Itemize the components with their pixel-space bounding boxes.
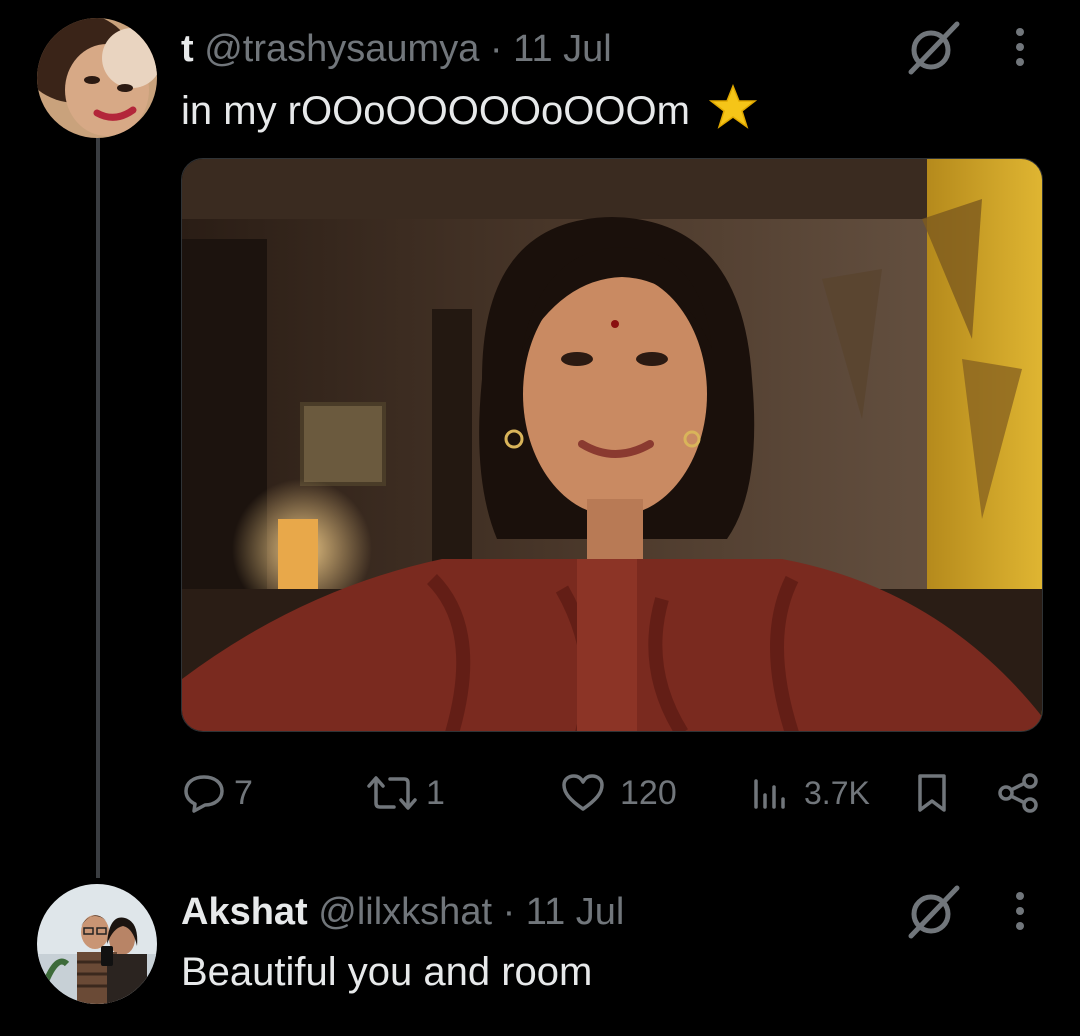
bookmark-icon — [912, 772, 952, 814]
display-name[interactable]: Akshat — [181, 891, 308, 933]
retweet-icon — [366, 773, 418, 813]
reply-count: 7 — [234, 773, 253, 812]
display-name[interactable]: t — [181, 28, 194, 70]
handle[interactable]: @trashysaumya — [204, 28, 479, 70]
tweet-text: in my rOOoOOOOOoOOOm — [181, 83, 758, 141]
reply-button[interactable]: 7 — [182, 770, 253, 816]
reply-header: Akshat @lilxkshat · 11 Jul — [181, 889, 624, 935]
tweet-media-photo[interactable] — [181, 158, 1043, 732]
handle[interactable]: @lilxkshat — [318, 891, 492, 933]
like-count: 120 — [620, 773, 677, 812]
reply-text: Beautiful you and room — [181, 950, 593, 994]
views-icon — [750, 773, 790, 813]
grok-icon[interactable] — [903, 18, 963, 78]
reply-icon — [182, 773, 226, 813]
avatar[interactable] — [37, 18, 157, 138]
share-icon — [996, 772, 1040, 814]
views-count: 3.7K — [804, 774, 870, 811]
grok-icon[interactable] — [903, 882, 963, 942]
share-button[interactable] — [996, 770, 1040, 816]
more-vertical-icon[interactable] — [1010, 889, 1030, 933]
tweet-header: t @trashysaumya · 11 Jul — [181, 26, 612, 72]
star-emoji — [708, 83, 758, 141]
thread-connector-line — [96, 138, 100, 878]
avatar[interactable] — [37, 884, 157, 1004]
more-vertical-icon[interactable] — [1010, 25, 1030, 69]
retweet-button[interactable]: 1 — [366, 770, 445, 816]
separator-dot: · — [502, 891, 516, 933]
bookmark-button[interactable] — [912, 770, 952, 816]
heart-icon — [560, 773, 606, 813]
tweet-text-content: in my rOOoOOOOOoOOOm — [181, 89, 690, 133]
tweet-date[interactable]: 11 Jul — [513, 28, 612, 70]
views-button[interactable]: 3.7K — [750, 770, 870, 816]
separator-dot: · — [489, 28, 503, 70]
retweet-count: 1 — [426, 773, 445, 812]
like-button[interactable]: 120 — [560, 770, 677, 816]
reply-date[interactable]: 11 Jul — [526, 891, 625, 933]
